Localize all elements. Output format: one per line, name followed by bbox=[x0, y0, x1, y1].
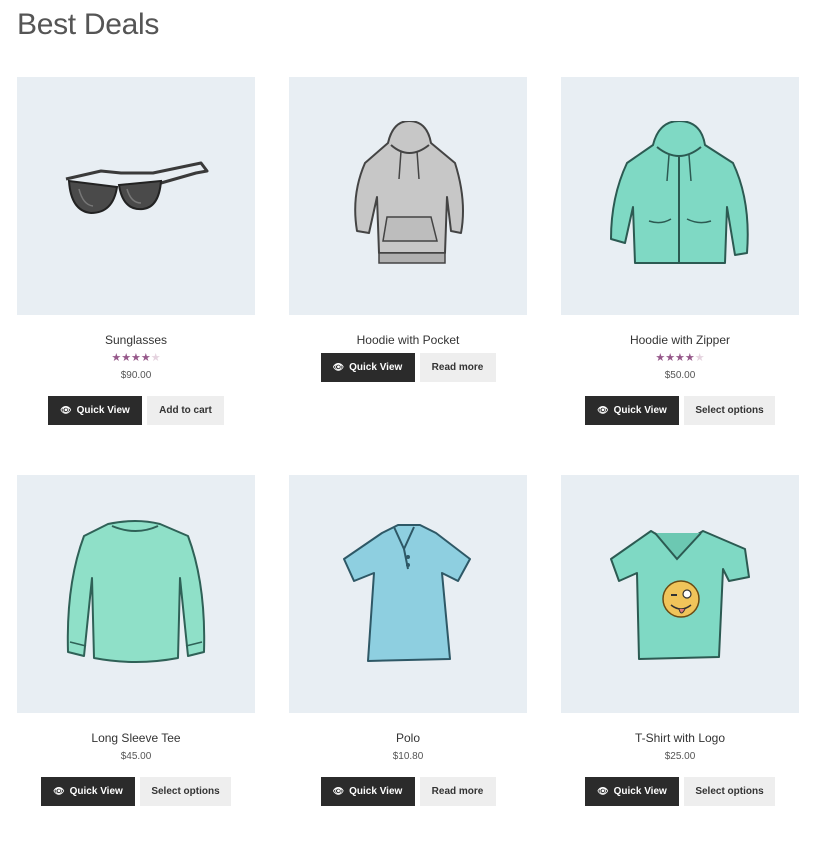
eye-icon: 👁︎ bbox=[53, 786, 65, 796]
select-options-button[interactable]: Select options bbox=[140, 777, 231, 806]
product-card-hoodie-with-zipper: Hoodie with Zipper ★★★★★ $50.00 👁︎ Quick … bbox=[561, 77, 799, 425]
product-card-hoodie-with-pocket: Hoodie with Pocket 👁︎ Quick View Read mor… bbox=[289, 77, 527, 382]
hoodie-icon bbox=[354, 121, 464, 264]
long-sleeve-tee-icon bbox=[66, 520, 206, 663]
read-more-button[interactable]: Read more bbox=[419, 353, 496, 382]
product-card-sunglasses: Sunglasses ★★★★★ $90.00 👁︎ Quick View Add… bbox=[17, 77, 255, 425]
product-image-polo[interactable] bbox=[289, 475, 527, 713]
product-card-tshirt-with-logo: T-Shirt with Logo $25.00 👁︎ Quick View Se… bbox=[561, 475, 799, 806]
star-rating: ★★★★★ bbox=[111, 352, 161, 364]
product-card-long-sleeve-tee: Long Sleeve Tee $45.00 👁︎ Quick View Sele… bbox=[17, 475, 255, 806]
eye-icon: 👁︎ bbox=[332, 362, 345, 372]
tshirt-logo-icon bbox=[610, 530, 750, 660]
product-image-hoodie-zipper[interactable] bbox=[561, 77, 799, 315]
eye-icon: 👁︎ bbox=[332, 786, 345, 796]
sunglasses-icon bbox=[65, 161, 209, 215]
eye-icon: 👁︎ bbox=[60, 405, 72, 415]
product-name[interactable]: Sunglasses bbox=[17, 333, 255, 347]
product-price: $10.80 bbox=[392, 751, 424, 762]
product-price: $25.00 bbox=[664, 751, 696, 762]
product-image-tshirt-logo[interactable] bbox=[561, 475, 799, 713]
hoodie-zipper-icon bbox=[610, 121, 749, 264]
quick-view-button[interactable]: 👁︎ Quick View bbox=[48, 396, 142, 425]
product-name[interactable]: Long Sleeve Tee bbox=[17, 731, 255, 745]
quick-view-button[interactable]: 👁︎ Quick View bbox=[320, 353, 415, 382]
add-to-cart-button[interactable]: Add to cart bbox=[147, 396, 224, 425]
product-image-hoodie-pocket[interactable] bbox=[289, 77, 527, 315]
product-name[interactable]: Polo bbox=[289, 731, 527, 745]
polo-shirt-icon bbox=[343, 524, 471, 662]
select-options-button[interactable]: Select options bbox=[684, 396, 775, 425]
page-title: Best Deals bbox=[17, 8, 160, 41]
product-card-polo: Polo $10.80 👁︎ Quick View Read more bbox=[289, 475, 527, 806]
eye-icon: 👁︎ bbox=[597, 405, 609, 415]
product-image-long-sleeve-tee[interactable] bbox=[17, 475, 255, 713]
read-more-button[interactable]: Read more bbox=[419, 777, 496, 806]
product-name[interactable]: T-Shirt with Logo bbox=[561, 731, 799, 745]
product-price: $45.00 bbox=[120, 751, 152, 762]
quick-view-button[interactable]: 👁︎ Quick View bbox=[585, 396, 679, 425]
product-name[interactable]: Hoodie with Zipper bbox=[561, 333, 799, 347]
quick-view-button[interactable]: 👁︎ Quick View bbox=[585, 777, 679, 806]
product-image-sunglasses[interactable] bbox=[17, 77, 255, 315]
star-rating: ★★★★★ bbox=[655, 352, 705, 364]
eye-icon: 👁︎ bbox=[597, 786, 609, 796]
product-price: $90.00 bbox=[120, 370, 152, 381]
quick-view-button[interactable]: 👁︎ Quick View bbox=[320, 777, 415, 806]
product-name[interactable]: Hoodie with Pocket bbox=[289, 333, 527, 347]
product-price: $50.00 bbox=[664, 370, 696, 381]
quick-view-button[interactable]: 👁︎ Quick View bbox=[41, 777, 135, 806]
select-options-button[interactable]: Select options bbox=[684, 777, 775, 806]
